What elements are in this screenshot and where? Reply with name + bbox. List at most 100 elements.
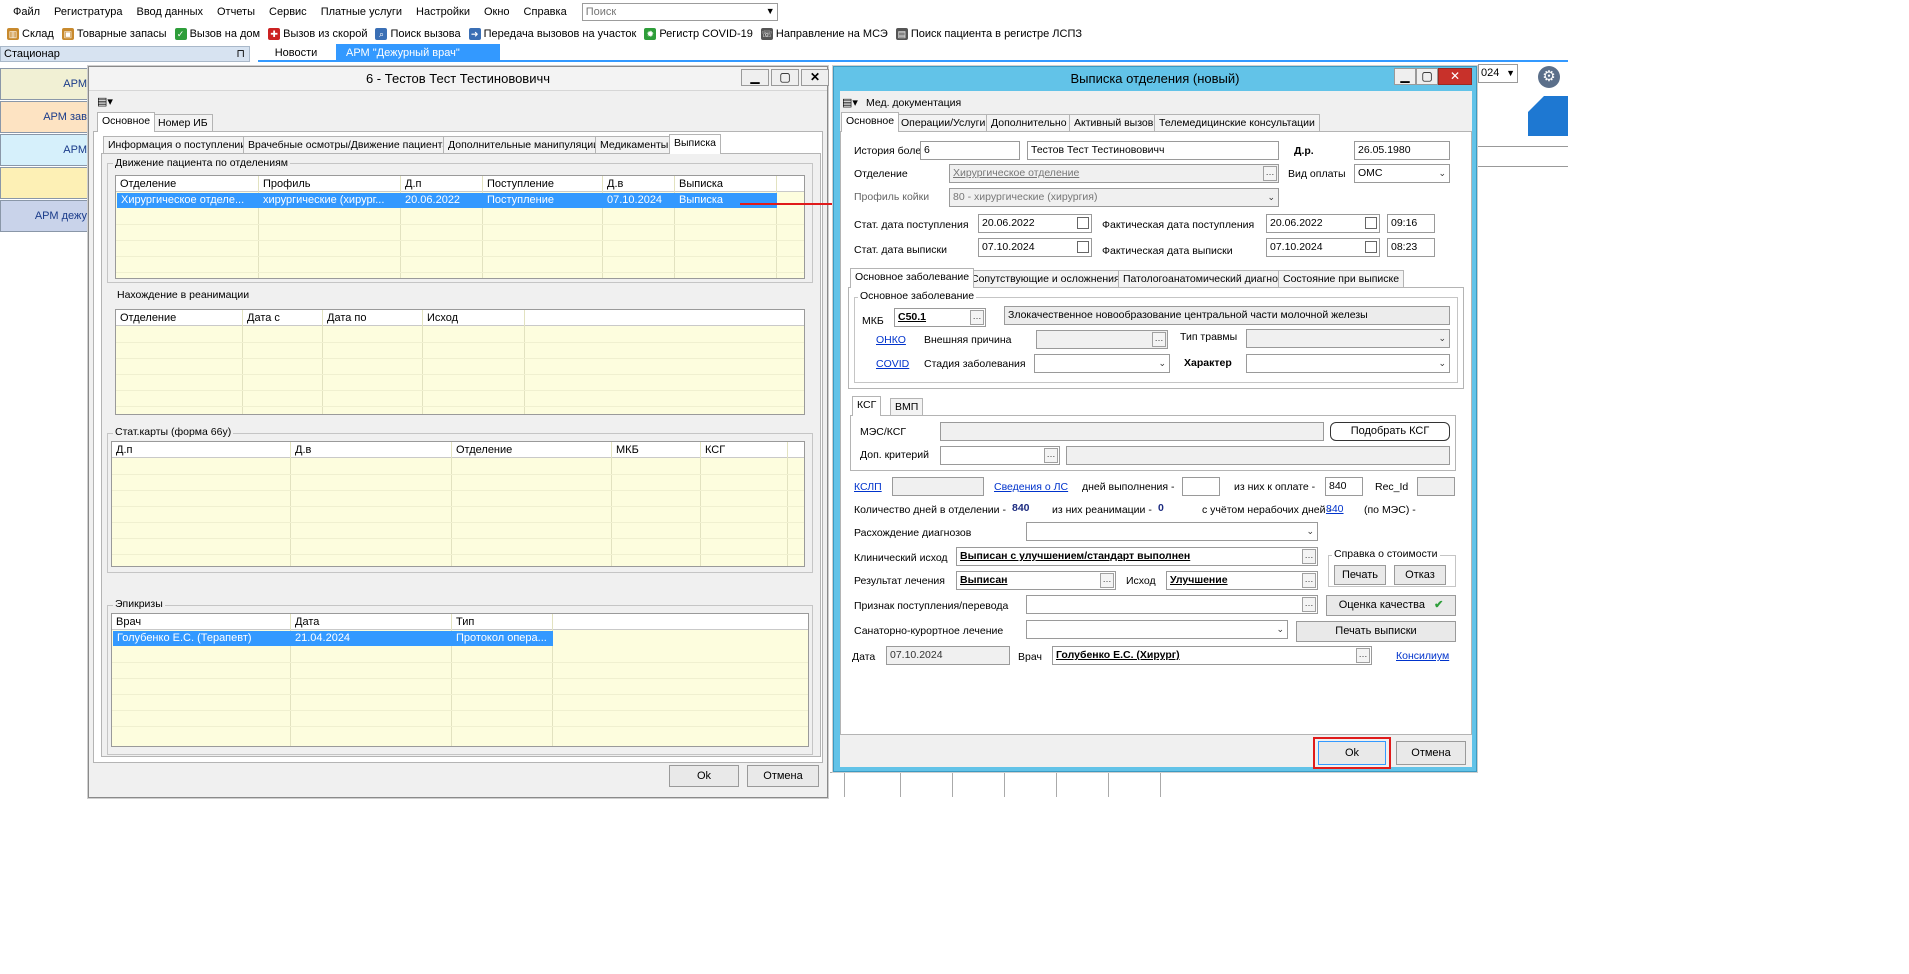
fact-admit-time-field[interactable]: 09:16 [1387,214,1435,233]
menu-search-box[interactable]: ▼ [581,3,778,21]
ellipsis-icon[interactable]: … [1263,166,1277,181]
toolbar-lspz-search[interactable]: ▤ Поиск пациента в регистре ЛСПЗ [892,28,1086,40]
calendar-icon[interactable] [1077,241,1089,253]
tab-extra-manipulations[interactable]: Дополнительные манипуляции [443,136,605,154]
background-date-field[interactable]: 024 ▼ [1478,64,1518,83]
minimize-button[interactable]: ▁ [741,69,769,86]
toolbar-mse-referral[interactable]: ☏ Направление на МСЭ [757,28,892,40]
column-header[interactable]: МКБ [612,442,700,458]
discharge-ok-button[interactable]: Ok [1318,741,1386,765]
tab-doctor-exams[interactable]: Врачебные осмотры/Движение пациента [243,136,454,154]
department-field[interactable]: Хирургическое отделение … [949,164,1279,183]
minimize-button[interactable]: ▁ [1394,68,1416,85]
toolbar-covid-registry[interactable]: ✹ Регистр COVID-19 [640,28,757,40]
calendar-icon[interactable] [1365,241,1377,253]
pin-icon[interactable]: ⊓ [236,47,245,61]
tab-discharge-state[interactable]: Состояние при выписке [1278,270,1405,288]
left-arm-button-4[interactable] [0,167,92,199]
tab-ib-number[interactable]: Номер ИБ [153,114,213,132]
ellipsis-icon[interactable]: … [1044,448,1058,463]
diag-discrepancy-select[interactable]: ⌄ [1026,522,1318,541]
admission-sign-field[interactable]: … [1026,595,1318,614]
discharge-cancel-button[interactable]: Отмена [1396,741,1466,765]
column-header[interactable]: Поступление [483,176,603,192]
chevron-down-icon[interactable]: ⌄ [1306,523,1314,540]
ellipsis-icon[interactable]: … [1302,549,1316,564]
chevron-down-icon[interactable]: ⌄ [1438,330,1446,347]
ellipsis-icon[interactable]: … [1152,332,1166,347]
tab-discharge[interactable]: Выписка [669,134,722,154]
tab-ksg[interactable]: КСГ [852,396,882,416]
history-field[interactable]: 6 [920,141,1020,160]
menu-help[interactable]: Справка [517,6,574,18]
clinical-outcome-field[interactable]: Выписан с улучшением/стандарт выполнен … [956,547,1318,566]
calendar-icon[interactable] [1077,217,1089,229]
column-header[interactable]: Профиль [259,176,401,192]
kslp-field[interactable] [892,477,984,496]
chevron-down-icon[interactable]: ⌄ [1438,355,1446,372]
column-header[interactable]: Д.п [112,442,290,458]
mkb-field[interactable]: C50.1 … [894,308,986,327]
treatment-result-field[interactable]: Выписан … [956,571,1116,590]
days-paid-field[interactable]: 840 [1325,477,1363,496]
toolbar-search-call[interactable]: ⌕ Поиск вызова [371,28,464,40]
ellipsis-icon[interactable]: … [1302,573,1316,588]
tab-main-disease[interactable]: Основное заболевание [850,268,975,288]
tab-news[interactable]: Новости [258,44,334,62]
column-header[interactable]: Д.в [291,442,451,458]
med-docs-label[interactable]: Мед. документация [866,97,961,109]
chevron-down-icon[interactable]: ⌄ [1438,165,1446,182]
maximize-button[interactable]: ▢ [771,69,799,86]
chevron-down-icon[interactable]: ⌄ [1267,189,1275,206]
patient-ok-button[interactable]: Ok [669,765,739,787]
days-done-field[interactable] [1182,477,1220,496]
rec-id-field[interactable] [1417,477,1455,496]
menu-file[interactable]: Файл [6,6,47,18]
patient-cancel-button[interactable]: Отмена [747,765,819,787]
menu-service[interactable]: Сервис [262,6,314,18]
payment-select[interactable]: ОМС ⌄ [1354,164,1450,183]
column-header[interactable]: Д.в [603,176,675,192]
column-header[interactable]: Выписка [675,176,775,192]
column-header[interactable]: Дата [291,614,451,630]
menu-settings[interactable]: Настройки [409,6,477,18]
select-ksg-button[interactable]: Подобрать КСГ [1330,422,1450,441]
tab-additional[interactable]: Дополнительно [986,114,1072,132]
menu-data-entry[interactable]: Ввод данных [129,6,210,18]
column-header[interactable]: Исход [423,310,523,326]
ellipsis-icon[interactable]: … [1356,648,1370,663]
tab-comorbidities[interactable]: Сопутствующие и осложнения [966,270,1125,288]
covid-link[interactable]: COVID [876,358,909,370]
menu-window[interactable]: Окно [477,6,517,18]
column-header[interactable]: Тип [452,614,552,630]
council-link[interactable]: Консилиум [1396,650,1449,662]
fact-admit-date-field[interactable]: 20.06.2022 [1266,214,1380,233]
toolbar-transfer-calls[interactable]: ➜ Передача вызовов на участок [465,28,641,40]
column-header[interactable]: Отделение [116,176,258,192]
ellipsis-icon[interactable]: … [1100,573,1114,588]
nonwork-days-link[interactable]: 840 [1326,503,1344,515]
ls-info-link[interactable]: Сведения о ЛС [994,481,1068,493]
outcome-field[interactable]: Улучшение … [1166,571,1318,590]
tab-active-call[interactable]: Активный вызов [1069,114,1159,132]
tab-vmp[interactable]: ВМП [890,398,924,416]
menu-search-input[interactable] [582,4,759,20]
sanatorium-select[interactable]: ⌄ [1026,620,1288,639]
tab-admission-info[interactable]: Информация о поступлении [103,136,252,154]
column-header[interactable]: Дата с [243,310,323,326]
tab-medications[interactable]: Медикаменты [595,136,674,154]
close-button[interactable]: ✕ [801,69,829,86]
tab-main[interactable]: Основное [97,112,156,132]
kslp-link[interactable]: КСЛП [854,481,882,493]
toolbar-stock[interactable]: ▣ Товарные запасы [58,28,171,40]
column-header[interactable]: Отделение [452,442,612,458]
column-header[interactable]: КСГ [701,442,787,458]
left-arm-button-3[interactable]: АРМ [0,134,92,166]
column-header[interactable]: Врач [112,614,290,630]
toolbar-ambulance-call[interactable]: ✚ Вызов из скорой [264,28,371,40]
tab-telemedicine[interactable]: Телемедицинские консультации [1154,114,1320,132]
left-arm-button-1[interactable]: АРМ [0,68,92,100]
tab-operations[interactable]: Операции/Услуги [896,114,991,132]
column-header[interactable]: Дата по [323,310,423,326]
menu-registry[interactable]: Регистратура [47,6,129,18]
